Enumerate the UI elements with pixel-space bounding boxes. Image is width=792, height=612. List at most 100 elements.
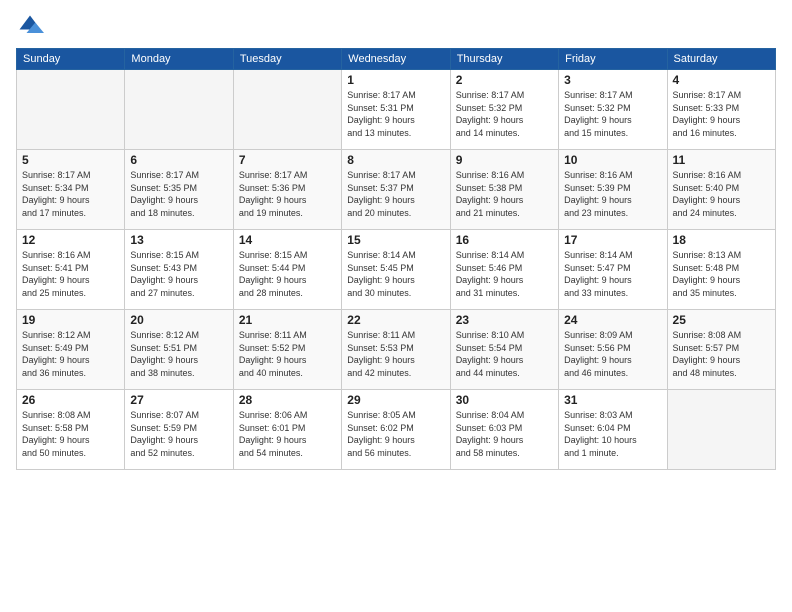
- day-number: 10: [564, 153, 661, 167]
- calendar-cell: 2 Sunrise: 8:17 AM Sunset: 5:32 PM Daylig…: [450, 70, 558, 150]
- calendar-cell: 18 Sunrise: 8:13 AM Sunset: 5:48 PM Dayli…: [667, 230, 775, 310]
- calendar: SundayMondayTuesdayWednesdayThursdayFrid…: [16, 48, 776, 470]
- calendar-cell: 16 Sunrise: 8:14 AM Sunset: 5:46 PM Dayli…: [450, 230, 558, 310]
- calendar-week-row: 5 Sunrise: 8:17 AM Sunset: 5:34 PM Daylig…: [17, 150, 776, 230]
- day-info: Sunrise: 8:17 AM Sunset: 5:34 PM Dayligh…: [22, 169, 119, 219]
- day-number: 9: [456, 153, 553, 167]
- calendar-cell: 12Sunrise: 8:16 AM Sunset: 5:41 PM Dayli…: [17, 230, 125, 310]
- calendar-cell: [17, 70, 125, 150]
- day-number: 8: [347, 153, 444, 167]
- calendar-cell: 22Sunrise: 8:11 AM Sunset: 5:53 PM Dayli…: [342, 310, 450, 390]
- calendar-week-row: 26 Sunrise: 8:08 AM Sunset: 5:58 PM Dayli…: [17, 390, 776, 470]
- calendar-cell: 17 Sunrise: 8:14 AM Sunset: 5:47 PM Dayli…: [559, 230, 667, 310]
- day-number: 7: [239, 153, 336, 167]
- day-info: Sunrise: 8:12 AM Sunset: 5:51 PM Dayligh…: [130, 329, 227, 379]
- day-info: Sunrise: 8:16 AM Sunset: 5:40 PM Dayligh…: [673, 169, 770, 219]
- calendar-cell: 9 Sunrise: 8:16 AM Sunset: 5:38 PM Daylig…: [450, 150, 558, 230]
- weekday-header-row: SundayMondayTuesdayWednesdayThursdayFrid…: [17, 49, 776, 70]
- day-info: Sunrise: 8:17 AM Sunset: 5:33 PM Dayligh…: [673, 89, 770, 139]
- day-number: 19: [22, 313, 119, 327]
- calendar-cell: 3 Sunrise: 8:17 AM Sunset: 5:32 PM Daylig…: [559, 70, 667, 150]
- calendar-week-row: 19 Sunrise: 8:12 AM Sunset: 5:49 PM Dayli…: [17, 310, 776, 390]
- calendar-cell: 21Sunrise: 8:11 AM Sunset: 5:52 PM Dayli…: [233, 310, 341, 390]
- day-number: 3: [564, 73, 661, 87]
- calendar-cell: 5 Sunrise: 8:17 AM Sunset: 5:34 PM Daylig…: [17, 150, 125, 230]
- calendar-cell: 15 Sunrise: 8:14 AM Sunset: 5:45 PM Dayli…: [342, 230, 450, 310]
- day-info: Sunrise: 8:15 AM Sunset: 5:43 PM Dayligh…: [130, 249, 227, 299]
- day-number: 4: [673, 73, 770, 87]
- day-info: Sunrise: 8:17 AM Sunset: 5:31 PM Dayligh…: [347, 89, 444, 139]
- day-number: 5: [22, 153, 119, 167]
- calendar-cell: 27Sunrise: 8:07 AM Sunset: 5:59 PM Dayli…: [125, 390, 233, 470]
- day-info: Sunrise: 8:06 AM Sunset: 6:01 PM Dayligh…: [239, 409, 336, 459]
- day-info: Sunrise: 8:16 AM Sunset: 5:39 PM Dayligh…: [564, 169, 661, 219]
- calendar-cell: 20 Sunrise: 8:12 AM Sunset: 5:51 PM Dayli…: [125, 310, 233, 390]
- day-info: Sunrise: 8:04 AM Sunset: 6:03 PM Dayligh…: [456, 409, 553, 459]
- logo-icon: [16, 12, 44, 40]
- calendar-cell: 11Sunrise: 8:16 AM Sunset: 5:40 PM Dayli…: [667, 150, 775, 230]
- calendar-cell: [125, 70, 233, 150]
- day-number: 20: [130, 313, 227, 327]
- calendar-cell: 10 Sunrise: 8:16 AM Sunset: 5:39 PM Dayli…: [559, 150, 667, 230]
- calendar-cell: 23 Sunrise: 8:10 AM Sunset: 5:54 PM Dayli…: [450, 310, 558, 390]
- day-info: Sunrise: 8:14 AM Sunset: 5:47 PM Dayligh…: [564, 249, 661, 299]
- day-number: 13: [130, 233, 227, 247]
- day-number: 26: [22, 393, 119, 407]
- day-number: 25: [673, 313, 770, 327]
- day-number: 30: [456, 393, 553, 407]
- day-number: 17: [564, 233, 661, 247]
- weekday-header: Friday: [559, 49, 667, 70]
- day-number: 6: [130, 153, 227, 167]
- weekday-header: Wednesday: [342, 49, 450, 70]
- calendar-cell: 6Sunrise: 8:17 AM Sunset: 5:35 PM Daylig…: [125, 150, 233, 230]
- day-info: Sunrise: 8:05 AM Sunset: 6:02 PM Dayligh…: [347, 409, 444, 459]
- calendar-cell: 14 Sunrise: 8:15 AM Sunset: 5:44 PM Dayli…: [233, 230, 341, 310]
- calendar-cell: 29 Sunrise: 8:05 AM Sunset: 6:02 PM Dayli…: [342, 390, 450, 470]
- day-number: 23: [456, 313, 553, 327]
- calendar-cell: 26 Sunrise: 8:08 AM Sunset: 5:58 PM Dayli…: [17, 390, 125, 470]
- day-info: Sunrise: 8:16 AM Sunset: 5:38 PM Dayligh…: [456, 169, 553, 219]
- weekday-header: Tuesday: [233, 49, 341, 70]
- calendar-week-row: 12Sunrise: 8:16 AM Sunset: 5:41 PM Dayli…: [17, 230, 776, 310]
- day-number: 21: [239, 313, 336, 327]
- day-info: Sunrise: 8:08 AM Sunset: 5:57 PM Dayligh…: [673, 329, 770, 379]
- day-number: 1: [347, 73, 444, 87]
- calendar-cell: 31Sunrise: 8:03 AM Sunset: 6:04 PM Dayli…: [559, 390, 667, 470]
- weekday-header: Thursday: [450, 49, 558, 70]
- calendar-week-row: 1 Sunrise: 8:17 AM Sunset: 5:31 PM Daylig…: [17, 70, 776, 150]
- day-info: Sunrise: 8:14 AM Sunset: 5:46 PM Dayligh…: [456, 249, 553, 299]
- day-info: Sunrise: 8:13 AM Sunset: 5:48 PM Dayligh…: [673, 249, 770, 299]
- day-number: 18: [673, 233, 770, 247]
- day-info: Sunrise: 8:17 AM Sunset: 5:36 PM Dayligh…: [239, 169, 336, 219]
- calendar-cell: [233, 70, 341, 150]
- day-info: Sunrise: 8:08 AM Sunset: 5:58 PM Dayligh…: [22, 409, 119, 459]
- weekday-header: Monday: [125, 49, 233, 70]
- day-number: 14: [239, 233, 336, 247]
- day-info: Sunrise: 8:16 AM Sunset: 5:41 PM Dayligh…: [22, 249, 119, 299]
- day-number: 24: [564, 313, 661, 327]
- day-number: 22: [347, 313, 444, 327]
- calendar-cell: 13 Sunrise: 8:15 AM Sunset: 5:43 PM Dayli…: [125, 230, 233, 310]
- calendar-cell: 4 Sunrise: 8:17 AM Sunset: 5:33 PM Daylig…: [667, 70, 775, 150]
- day-number: 28: [239, 393, 336, 407]
- day-info: Sunrise: 8:14 AM Sunset: 5:45 PM Dayligh…: [347, 249, 444, 299]
- day-info: Sunrise: 8:15 AM Sunset: 5:44 PM Dayligh…: [239, 249, 336, 299]
- day-info: Sunrise: 8:12 AM Sunset: 5:49 PM Dayligh…: [22, 329, 119, 379]
- calendar-cell: 8 Sunrise: 8:17 AM Sunset: 5:37 PM Daylig…: [342, 150, 450, 230]
- day-info: Sunrise: 8:17 AM Sunset: 5:32 PM Dayligh…: [456, 89, 553, 139]
- day-info: Sunrise: 8:10 AM Sunset: 5:54 PM Dayligh…: [456, 329, 553, 379]
- day-info: Sunrise: 8:09 AM Sunset: 5:56 PM Dayligh…: [564, 329, 661, 379]
- header: [16, 12, 776, 40]
- day-number: 27: [130, 393, 227, 407]
- calendar-cell: 19 Sunrise: 8:12 AM Sunset: 5:49 PM Dayli…: [17, 310, 125, 390]
- weekday-header: Saturday: [667, 49, 775, 70]
- logo: [16, 12, 48, 40]
- calendar-cell: 25 Sunrise: 8:08 AM Sunset: 5:57 PM Dayli…: [667, 310, 775, 390]
- day-info: Sunrise: 8:17 AM Sunset: 5:32 PM Dayligh…: [564, 89, 661, 139]
- calendar-cell: 30 Sunrise: 8:04 AM Sunset: 6:03 PM Dayli…: [450, 390, 558, 470]
- day-number: 15: [347, 233, 444, 247]
- day-number: 16: [456, 233, 553, 247]
- day-number: 29: [347, 393, 444, 407]
- day-info: Sunrise: 8:17 AM Sunset: 5:37 PM Dayligh…: [347, 169, 444, 219]
- day-number: 2: [456, 73, 553, 87]
